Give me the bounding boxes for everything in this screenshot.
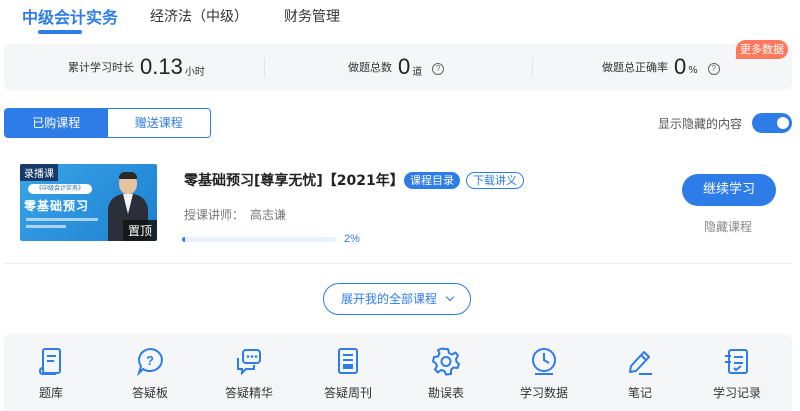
stat-accuracy-label: 做题总正确率 xyxy=(602,61,668,74)
course-progress-bar xyxy=(182,237,336,242)
question-bubble-icon: ? xyxy=(137,347,163,376)
thumbnail-subtitle: 《中级会计实务》 xyxy=(28,184,92,194)
lecturer-name: 高志谦 xyxy=(250,208,287,222)
course-catalog-button[interactable]: 课程目录 xyxy=(404,172,460,189)
hide-course-link[interactable]: 隐藏课程 xyxy=(704,218,752,235)
pen-note-icon xyxy=(629,351,652,375)
weekly-document-icon xyxy=(338,348,358,374)
download-handout-button[interactable]: 下载讲义 xyxy=(466,172,524,189)
stat-study-time-value: 0.13 xyxy=(140,54,183,79)
thumbnail-decoration xyxy=(26,225,66,228)
tool-label: 笔记 xyxy=(627,386,652,400)
more-data-badge[interactable]: 更多数据 xyxy=(736,40,788,59)
show-hidden-toggle[interactable] xyxy=(752,113,792,133)
tool-label: 题库 xyxy=(38,386,63,400)
tool-label: 答疑板 xyxy=(131,386,168,400)
tab-financial-management[interactable]: 财务管理 xyxy=(284,6,340,26)
tool-label: 答疑周刊 xyxy=(323,386,372,400)
course-progress-fill xyxy=(182,237,186,242)
lecturer-label: 授课讲师： xyxy=(184,208,245,222)
expand-all-courses-button[interactable]: 展开我的全部课程 xyxy=(323,283,471,315)
subject-tabs: 中级会计实务 经济法（中级） 财务管理 xyxy=(0,0,800,36)
study-stats-bar: 累计学习时长 0.13 小时 做题总数 0 道 ? 做题总正确率 0 % ? 更… xyxy=(4,40,792,90)
stat-study-time-unit: 小时 xyxy=(184,66,205,78)
chat-bubbles-icon xyxy=(237,349,261,376)
stat-accuracy: 做题总正确率 0 % ? xyxy=(602,44,720,90)
tab-intermediate-accounting[interactable]: 中级会计实务 xyxy=(22,4,118,28)
tool-study-data[interactable]: 学习数据 xyxy=(504,346,584,401)
gear-icon xyxy=(432,347,460,376)
stat-question-count: 做题总数 0 道 ? xyxy=(348,44,445,90)
tool-label: 答疑精华 xyxy=(224,386,273,400)
svg-text:?: ? xyxy=(146,353,154,368)
tool-qa-weekly[interactable]: 答疑周刊 xyxy=(308,346,388,401)
tool-study-records[interactable]: 学习记录 xyxy=(697,346,777,401)
help-icon[interactable]: ? xyxy=(432,63,445,75)
record-list-icon xyxy=(725,349,748,374)
tool-errata[interactable]: 勘误表 xyxy=(406,346,486,401)
study-tools-bar: 题库 ? 答疑板 答疑精华 答疑周刊 勘误表 学习数据 笔记 学习记录 xyxy=(4,334,792,411)
toggle-knob xyxy=(777,117,789,129)
lecturer-info: 授课讲师： 高志谦 xyxy=(184,206,286,223)
thumbnail-decoration xyxy=(26,218,98,221)
tool-qa-board[interactable]: ? 答疑板 xyxy=(110,346,190,401)
thumbnail-title: 零基础预习 xyxy=(24,199,90,213)
pin-badge[interactable]: 置顶 xyxy=(122,220,157,241)
stat-accuracy-value: 0 xyxy=(674,54,687,79)
stat-study-time-label: 累计学习时长 xyxy=(68,61,134,74)
stat-study-time: 累计学习时长 0.13 小时 xyxy=(68,44,205,90)
recorded-course-tag: 录播课 xyxy=(20,164,58,181)
stat-question-count-label: 做题总数 xyxy=(348,61,392,74)
tool-label: 勘误表 xyxy=(427,386,464,400)
show-hidden-label: 显示隐藏的内容 xyxy=(658,117,743,131)
divider xyxy=(532,57,533,77)
stat-question-count-value: 0 xyxy=(398,54,411,79)
tool-label: 学习记录 xyxy=(712,386,761,400)
course-card: 录播课 《中级会计实务》 零基础预习 置顶 零基础预习[尊享无忧]【2021年】… xyxy=(4,150,792,264)
tool-label: 学习数据 xyxy=(519,386,568,400)
continue-learning-button[interactable]: 继续学习 xyxy=(682,174,776,206)
chevron-down-icon xyxy=(445,292,455,302)
tool-notes[interactable]: 笔记 xyxy=(600,346,680,401)
expand-all-courses-label: 展开我的全部课程 xyxy=(340,292,437,306)
course-type-switch: 已购课程 赠送课程 xyxy=(4,108,211,138)
divider xyxy=(264,57,265,77)
gifted-courses-tab[interactable]: 赠送课程 xyxy=(107,109,210,137)
course-thumbnail[interactable]: 录播课 《中级会计实务》 零基础预习 置顶 xyxy=(20,164,157,241)
active-tab-indicator xyxy=(38,30,82,34)
course-progress-text: 2% xyxy=(344,233,360,245)
help-icon[interactable]: ? xyxy=(707,63,720,75)
purchased-courses-tab[interactable]: 已购课程 xyxy=(5,109,108,137)
tab-economic-law[interactable]: 经济法（中级） xyxy=(150,6,248,26)
stat-question-count-unit: 道 xyxy=(412,66,423,78)
course-title[interactable]: 零基础预习[尊享无忧]【2021年】 xyxy=(184,170,404,190)
stat-accuracy-unit: % xyxy=(688,64,698,76)
tool-qa-essentials[interactable]: 答疑精华 xyxy=(209,346,289,401)
clock-chart-icon xyxy=(532,348,556,375)
question-bank-icon xyxy=(38,348,61,375)
tool-question-bank[interactable]: 题库 xyxy=(11,346,91,401)
